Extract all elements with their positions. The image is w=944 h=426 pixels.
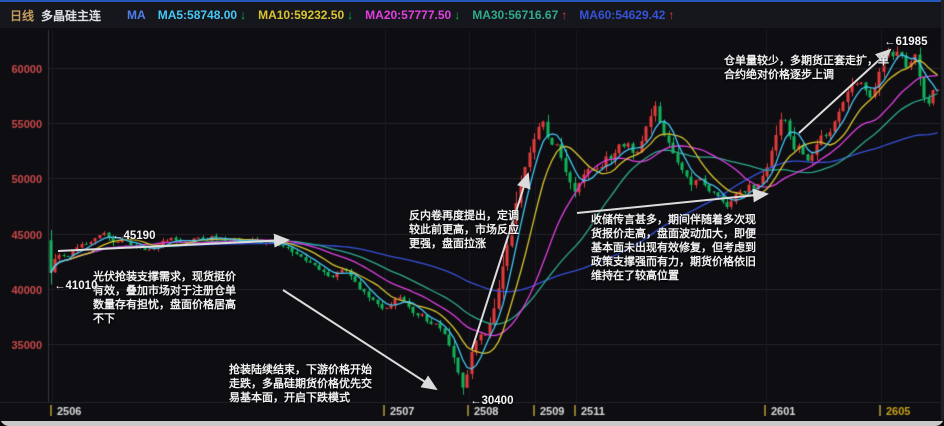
ma10-trend-arrow-icon: ↓ — [347, 8, 353, 22]
ma30-readout: MA30:56716.67 — [472, 8, 558, 22]
ma5-readout: MA5:58748.00 — [158, 8, 237, 22]
ma-indicator-label: MA — [127, 8, 146, 22]
ma20-readout: MA20:57777.50 — [365, 8, 451, 22]
ma60-trend-arrow-icon: ↑ — [668, 8, 674, 22]
window-bottom-edge — [0, 421, 944, 426]
ma30-trend-arrow-icon: ↑ — [561, 8, 567, 22]
ma20-trend-arrow-icon: ↓ — [454, 8, 460, 22]
ma60-readout: MA60:54629.42 — [579, 8, 665, 22]
symbol-name[interactable]: 多晶硅主连 — [41, 7, 101, 24]
timeframe-label[interactable]: 日线 — [10, 7, 34, 24]
ma5-trend-arrow-icon: ↓ — [240, 8, 246, 22]
chart-header: 日线 多晶硅主连 MA MA5:58748.00 ↓ MA10:59232.50… — [0, 2, 944, 28]
app-window: 光伏抢装支撑需求，现货挺价 有效，叠加市场对于注册仓单 数量存有担忧，盘面价格居… — [0, 0, 944, 426]
candlestick-chart-canvas[interactable] — [0, 0, 944, 426]
ma10-readout: MA10:59232.50 — [258, 8, 344, 22]
